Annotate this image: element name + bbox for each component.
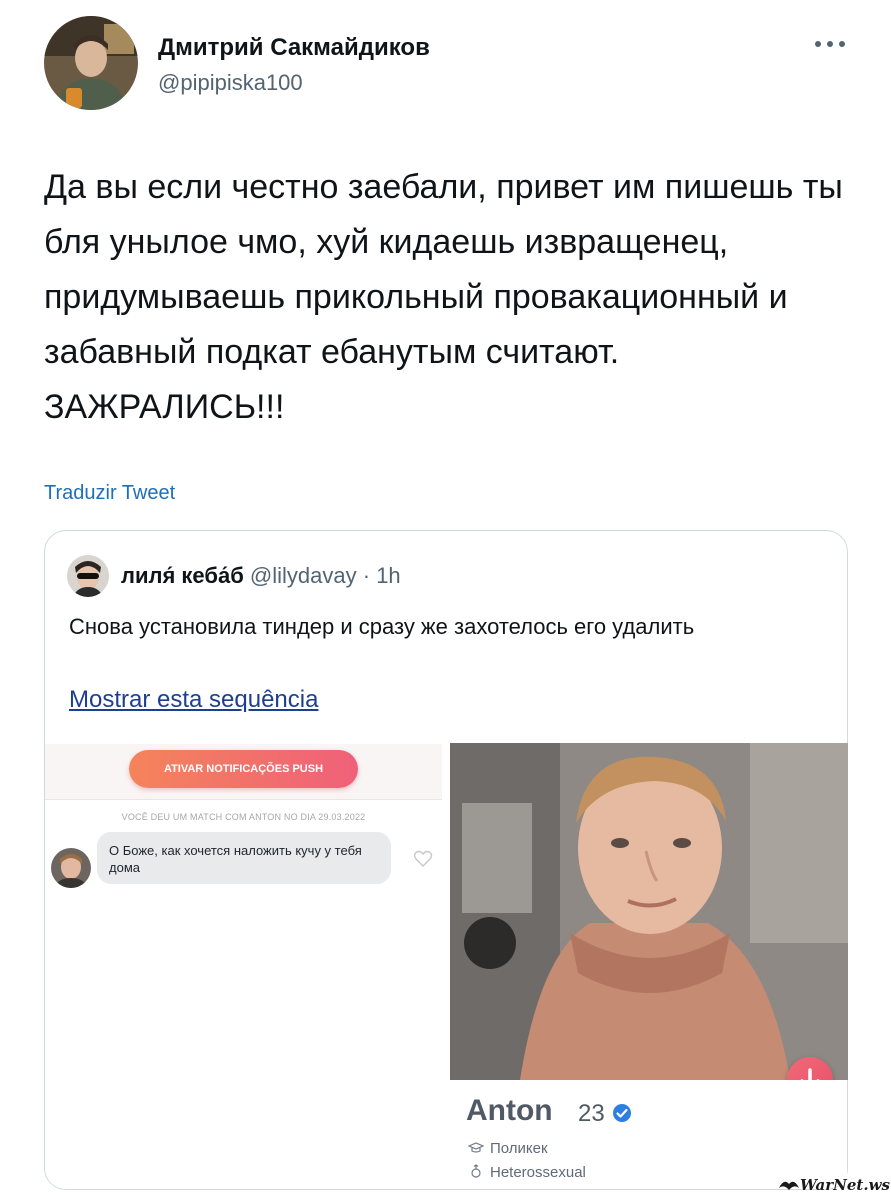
match-date-text: VOCÊ DEU UM MATCH COM ANTON NO DIA 29.03…	[121, 812, 366, 822]
gender-icon	[468, 1164, 484, 1182]
quoted-text: Снова установила тиндер и сразу же захот…	[69, 614, 695, 639]
match-avatar[interactable]	[51, 848, 91, 888]
profile-orientation-row: Heterossexual	[468, 1164, 586, 1182]
graduation-cap-icon	[467, 1141, 485, 1158]
enable-push-button[interactable]: ATIVAR NOTIFICAÇÕES PUSH	[129, 750, 358, 788]
watermark-text: WarNet.ws	[800, 1176, 890, 1194]
push-banner: ATIVAR NOTIFICAÇÕES PUSH	[45, 744, 442, 800]
profile-photo[interactable]	[450, 743, 848, 1080]
author-handle[interactable]: @pipipiska100	[158, 70, 303, 96]
heart-icon[interactable]	[413, 850, 433, 868]
watermark-logo-icon	[778, 1176, 800, 1194]
profile-job-row: Поликек	[467, 1140, 548, 1158]
quoted-header: лиля́ кеба́б @lilydavay · 1h	[121, 563, 401, 589]
profile-job: Поликек	[490, 1140, 548, 1157]
author-name[interactable]: Дмитрий Сакмайдиков	[158, 34, 430, 62]
profile-name: Anton	[466, 1094, 553, 1127]
message-bubble: О Боже, как хочется наложить кучу у тебя…	[97, 832, 391, 884]
quoted-author-avatar[interactable]	[67, 555, 109, 597]
profile-orientation: Heterossexual	[490, 1164, 586, 1181]
verified-badge-icon	[612, 1103, 632, 1123]
quoted-author-name[interactable]: лиля́ кеба́б	[121, 563, 244, 588]
profile-info: Anton 23 Поликек Heterossexual	[450, 1080, 847, 1186]
tweet-text: Да вы если честно заебали, привет им пиш…	[44, 168, 843, 426]
translate-tweet-link[interactable]: Traduzir Tweet	[44, 482, 175, 505]
show-thread-link[interactable]: Mostrar esta sequência	[69, 686, 318, 714]
quoted-author-handle[interactable]: @lilydavay	[250, 563, 357, 588]
chat-screenshot[interactable]: ATIVAR NOTIFICAÇÕES PUSH VOCÊ DEU UM MAT…	[45, 744, 442, 1189]
author-avatar[interactable]	[44, 16, 138, 110]
more-horizontal-icon[interactable]	[810, 34, 850, 54]
profile-age: 23	[578, 1100, 605, 1127]
quoted-time: · 1h	[362, 563, 401, 588]
